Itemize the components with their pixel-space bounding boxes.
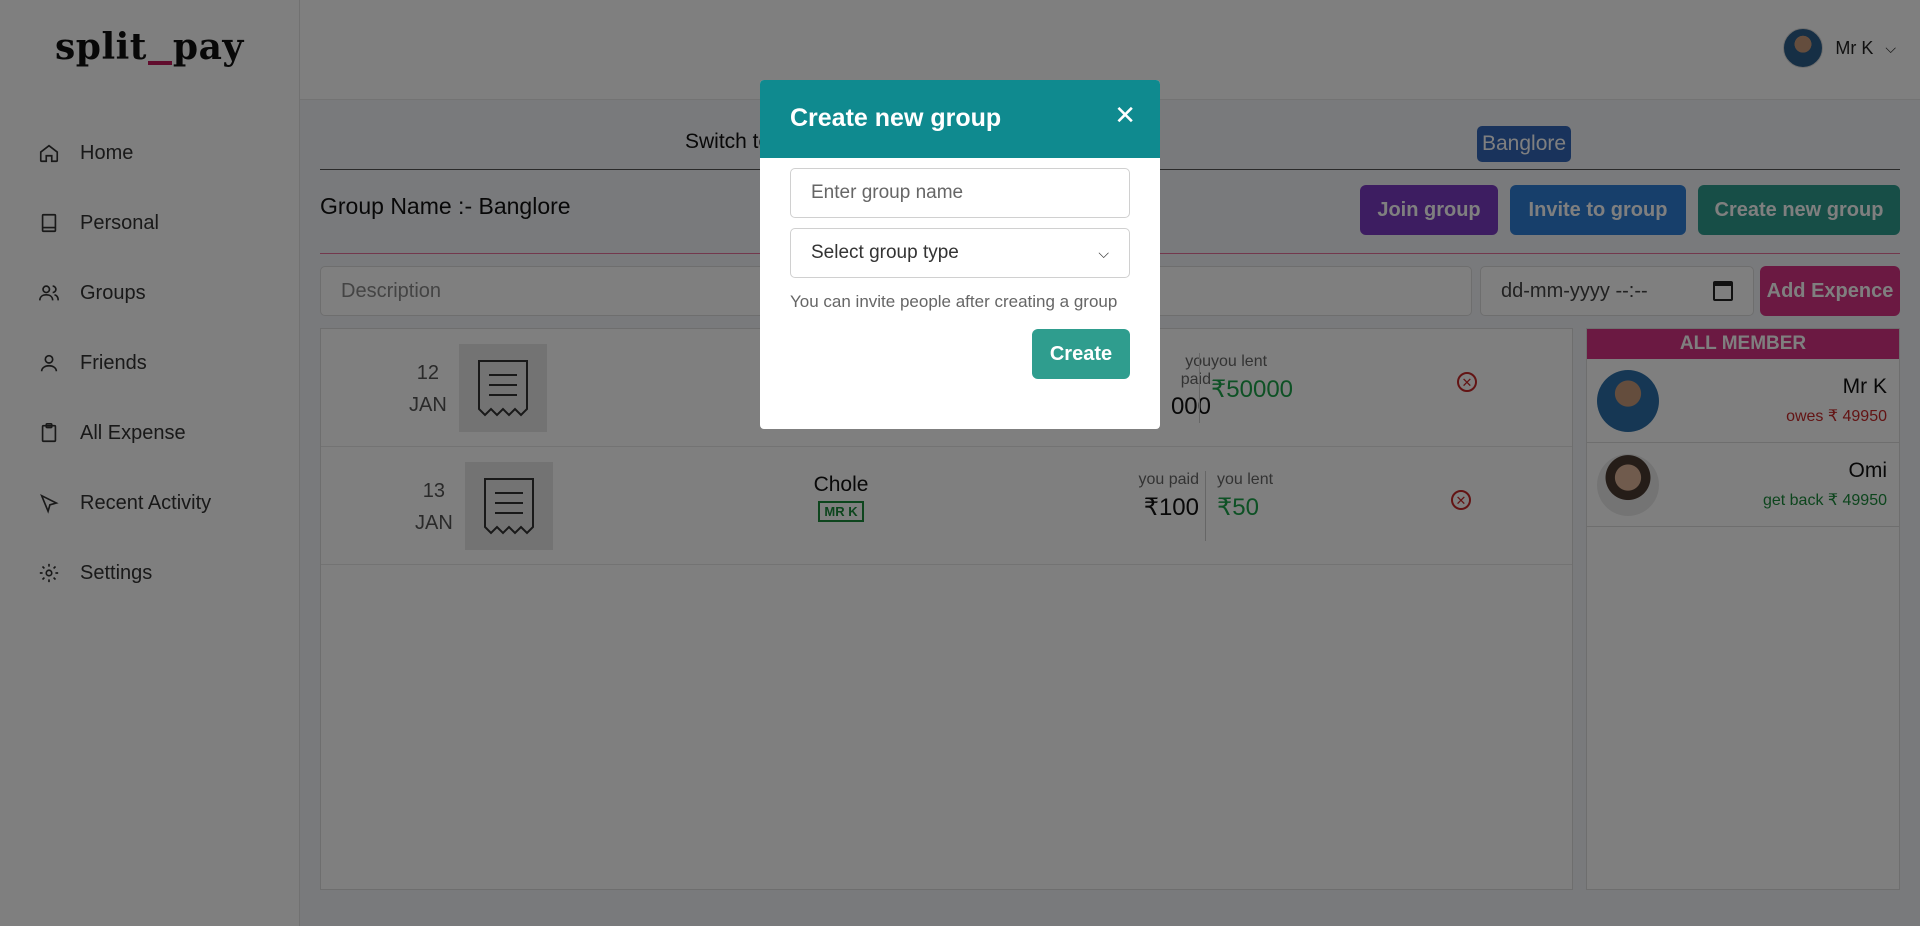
- create-group-modal: Create new group ✕ Enter group name Sele…: [760, 80, 1160, 429]
- create-button[interactable]: Create: [1032, 329, 1130, 379]
- group-name-input[interactable]: Enter group name: [790, 168, 1130, 218]
- modal-header: Create new group ✕: [760, 80, 1160, 158]
- modal-title: Create new group: [790, 104, 1002, 132]
- group-type-select[interactable]: Select group type ⌵: [790, 228, 1130, 278]
- help-text: You can invite people after creating a g…: [790, 292, 1118, 311]
- close-icon[interactable]: ✕: [1114, 100, 1136, 131]
- chevron-down-icon: ⌵: [1098, 244, 1109, 261]
